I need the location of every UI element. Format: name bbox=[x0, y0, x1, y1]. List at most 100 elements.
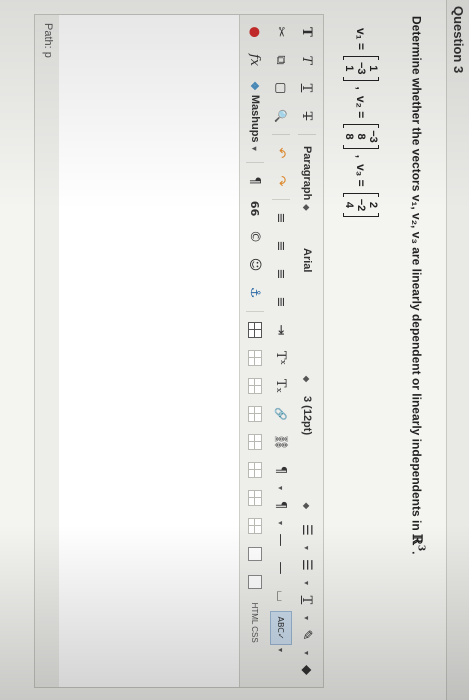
table-split-icon[interactable] bbox=[244, 457, 266, 483]
numbered-list-icon[interactable]: ☰ bbox=[296, 552, 318, 578]
rich-text-editor: T T T T Paragraph ◆ Arial ◆ 3 (12pt) ◆ ☰… bbox=[57, 14, 324, 688]
find-icon[interactable]: 🔍 bbox=[270, 103, 292, 129]
vector-definitions: v₁ = 1 −3 1 , v₂ = −3 8 8 , v₃ = 2 −2 4 bbox=[343, 28, 379, 218]
chevron-down-icon[interactable]: ▾ bbox=[303, 651, 312, 655]
superscript-icon[interactable]: Tˣ bbox=[270, 345, 292, 371]
paragraph-format-select[interactable]: Paragraph ◆ bbox=[297, 140, 317, 240]
path-label: Path: bbox=[42, 23, 54, 49]
font-size-select[interactable]: 3 (12pt) ◆ bbox=[297, 390, 317, 515]
table-icon[interactable] bbox=[244, 317, 266, 343]
question-title: Question 3 bbox=[451, 6, 466, 74]
matrix-entry: 8 bbox=[355, 133, 367, 140]
cut-icon[interactable]: ✂ bbox=[270, 19, 292, 45]
vector-v1-label: v₁ = bbox=[354, 28, 368, 50]
link-icon[interactable]: 🔗 bbox=[270, 401, 292, 427]
chevron-down-icon[interactable]: ▾ bbox=[277, 648, 286, 652]
rtl-direction-icon[interactable]: ¶ bbox=[270, 492, 292, 518]
horizontal-rule-icon[interactable]: — bbox=[270, 527, 292, 553]
toolbar-divider bbox=[272, 134, 290, 135]
pilcrow-icon[interactable]: ¶ bbox=[244, 168, 266, 194]
prompt-text: Determine whether the vectors v₁, v₂, v₃… bbox=[409, 16, 424, 534]
font-family-select[interactable]: Arial ◆ bbox=[297, 242, 317, 388]
fullscreen-icon[interactable] bbox=[244, 541, 266, 567]
chevron-down-icon[interactable]: ▾ bbox=[303, 581, 312, 585]
toolbar-row-1: T T T T Paragraph ◆ Arial ◆ 3 (12pt) ◆ ☰… bbox=[294, 19, 320, 683]
toolbar-divider bbox=[246, 161, 264, 163]
blockquote-icon[interactable]: 66 bbox=[244, 196, 266, 222]
select-caret-icon: ◆ bbox=[302, 375, 312, 382]
strikethrough-button[interactable]: T bbox=[296, 103, 318, 129]
table-delete-icon[interactable] bbox=[244, 485, 266, 511]
vector-v3-matrix: 2 −2 4 bbox=[343, 192, 379, 218]
toolbar-row-3: ● fx ❖ Mashups ▾ ¶ 66 © ☺ ⚓ HTML CSS bbox=[242, 19, 268, 683]
vector-v1-matrix: 1 −3 1 bbox=[343, 55, 379, 81]
anchor-icon[interactable]: ⚓ bbox=[244, 280, 266, 306]
text-color-icon[interactable]: T bbox=[296, 587, 318, 613]
table-cell-icon[interactable] bbox=[244, 401, 266, 427]
editor-status-bar: Path: p bbox=[34, 14, 59, 688]
matrix-entry: −3 bbox=[367, 130, 379, 143]
bold-button[interactable]: T bbox=[296, 19, 318, 45]
align-left-icon[interactable]: ≡ bbox=[270, 205, 292, 231]
matrix-entry: 1 bbox=[343, 65, 355, 72]
formula-icon[interactable]: fx bbox=[244, 47, 266, 73]
path-value[interactable]: p bbox=[42, 52, 54, 58]
undo-icon[interactable]: ↶ bbox=[270, 140, 292, 166]
align-justify-icon[interactable]: ≡ bbox=[270, 289, 292, 315]
redo-icon[interactable]: ↷ bbox=[270, 168, 292, 194]
question-header: Question 3 bbox=[446, 0, 469, 700]
chevron-down-icon[interactable]: ▾ bbox=[277, 521, 286, 525]
editor-toolbar: T T T T Paragraph ◆ Arial ◆ 3 (12pt) ◆ ☰… bbox=[239, 15, 323, 687]
element-path: Path: p bbox=[42, 23, 54, 58]
table-merge-icon[interactable] bbox=[244, 429, 266, 455]
chevron-down-icon[interactable]: ▾ bbox=[303, 616, 312, 620]
align-right-icon[interactable]: ≡ bbox=[270, 261, 292, 287]
html-css-toggle[interactable]: HTML CSS bbox=[251, 603, 260, 643]
toolbar-row-2: ✂ ⧉ ▢ 🔍 ↶ ↷ ≡ ≡ ≡ ≡ ⇥ Tˣ Tₓ 🔗 ⛓ ¶ ▾ ¶ ▾ — bbox=[268, 19, 294, 683]
mashups-select[interactable]: ❖ Mashups ▾ bbox=[245, 75, 265, 157]
chevron-down-icon[interactable]: ▾ bbox=[303, 546, 312, 550]
screen: Question 3 Determine whether the vectors… bbox=[0, 0, 469, 700]
italic-button[interactable]: T bbox=[296, 47, 318, 73]
chevron-down-icon: ▾ bbox=[250, 146, 260, 151]
matrix-entry: 8 bbox=[343, 133, 355, 140]
toolbar-divider bbox=[272, 199, 290, 200]
subscript-icon[interactable]: Tₓ bbox=[270, 373, 292, 399]
highlight-color-icon[interactable]: ✎ bbox=[296, 622, 318, 648]
matrix-entry: −2 bbox=[355, 198, 367, 212]
chevron-down-icon[interactable]: ▾ bbox=[277, 486, 286, 490]
ltr-direction-icon[interactable]: ¶ bbox=[270, 457, 292, 483]
vector-v2-matrix: −3 8 8 bbox=[343, 124, 379, 149]
select-caret-icon: ◆ bbox=[302, 204, 312, 211]
special-char-icon[interactable]: ⌴ bbox=[270, 583, 292, 609]
horizontal-rule-alt-icon[interactable]: — bbox=[270, 555, 292, 581]
align-center-icon[interactable]: ≡ bbox=[270, 233, 292, 259]
record-icon[interactable]: ● bbox=[244, 19, 266, 45]
copy-icon[interactable]: ⧉ bbox=[270, 47, 292, 73]
emoji-icon[interactable]: ☺ bbox=[244, 252, 266, 278]
mashups-icon: ❖ bbox=[248, 81, 261, 91]
indent-icon[interactable]: ⇥ bbox=[270, 317, 292, 343]
table-row-icon[interactable] bbox=[244, 345, 266, 371]
paste-icon[interactable]: ▢ bbox=[270, 75, 292, 101]
matrix-entry: −3 bbox=[355, 61, 367, 75]
copyright-icon[interactable]: © bbox=[244, 224, 266, 250]
toolbar-divider bbox=[246, 310, 264, 312]
editor-content-area[interactable] bbox=[58, 15, 233, 687]
preview-icon[interactable] bbox=[244, 569, 266, 595]
unlink-icon[interactable]: ⛓ bbox=[270, 429, 292, 455]
matrix-entry: 2 bbox=[367, 201, 379, 209]
vector-v2-label: v₂ = bbox=[354, 95, 368, 119]
vector-separator: , bbox=[354, 86, 368, 90]
clear-format-icon[interactable]: ◆ bbox=[296, 657, 318, 683]
matrix-entry: 1 bbox=[367, 65, 379, 72]
real-space-symbol: ℝ3 bbox=[408, 534, 425, 552]
table-props-icon[interactable] bbox=[244, 513, 266, 539]
underline-button[interactable]: T bbox=[296, 75, 318, 101]
toolbar-divider bbox=[298, 134, 316, 135]
bullet-list-icon[interactable]: ☰ bbox=[296, 517, 318, 543]
select-caret-icon: ◆ bbox=[302, 502, 312, 509]
matrix-entry: 4 bbox=[343, 201, 355, 209]
table-col-icon[interactable] bbox=[244, 373, 266, 399]
spellcheck-icon[interactable]: ABC✓ bbox=[270, 611, 292, 646]
